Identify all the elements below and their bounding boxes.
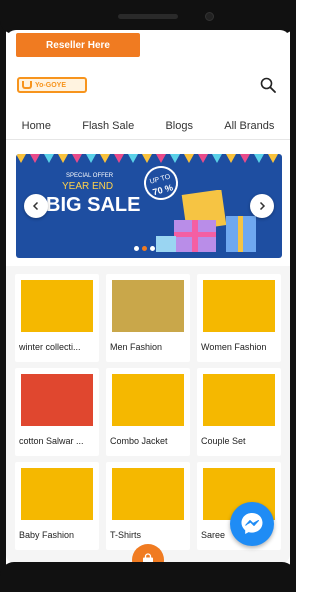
main-nav: Home Flash Sale Blogs All Brands — [6, 112, 290, 140]
bezel-top — [0, 0, 296, 34]
category-image — [21, 280, 93, 332]
banner-special-offer: SPECIAL OFFER — [66, 173, 114, 179]
messenger-icon — [241, 513, 263, 534]
nav-home[interactable]: Home — [22, 120, 51, 132]
promo-banner[interactable]: SPECIAL OFFER YEAR END BIG SALE UP TO 70… — [16, 154, 282, 258]
reseller-button[interactable]: Reseller Here — [16, 33, 140, 57]
cart-logo-icon — [22, 81, 32, 89]
chevron-right-icon — [259, 201, 266, 211]
bunting-decoration — [16, 154, 278, 163]
category-label: T-Shirts — [110, 530, 142, 540]
category-image — [203, 280, 275, 332]
category-card-baby-fashion[interactable]: Baby Fashion — [15, 462, 99, 550]
carousel-prev-button[interactable] — [24, 194, 48, 218]
category-label: Men Fashion — [110, 342, 163, 352]
category-label: Combo Jacket — [110, 436, 168, 446]
carousel-next-button[interactable] — [250, 194, 274, 218]
header: Yo-GOYE — [6, 70, 290, 100]
bezel-right — [290, 0, 296, 592]
nav-all-brands[interactable]: All Brands — [224, 120, 274, 132]
category-label: Women Fashion — [201, 342, 267, 352]
category-image — [203, 374, 275, 426]
category-card-women[interactable]: Women Fashion — [197, 274, 281, 362]
category-card-combo-jacket[interactable]: Combo Jacket — [106, 368, 190, 456]
category-label: Baby Fashion — [19, 530, 75, 540]
chevron-left-icon — [32, 201, 39, 211]
phone-frame: Reseller Here Yo-GOYE Home Flash Sale Bl… — [0, 0, 296, 592]
speaker — [118, 14, 178, 19]
messenger-button[interactable] — [230, 502, 274, 546]
carousel-dot[interactable] — [134, 246, 139, 251]
nav-blogs[interactable]: Blogs — [165, 120, 193, 132]
nav-flash-sale[interactable]: Flash Sale — [82, 120, 134, 132]
category-label: Couple Set — [201, 436, 246, 446]
category-card-couple-set[interactable]: Couple Set — [197, 368, 281, 456]
logo-text: Yo-GOYE — [35, 81, 66, 89]
category-label: winter collecti... — [19, 342, 81, 352]
search-icon[interactable] — [260, 77, 276, 93]
front-camera — [205, 12, 214, 21]
bezel-bottom — [0, 562, 296, 592]
carousel-dot-active[interactable] — [142, 246, 147, 251]
category-image — [112, 374, 184, 426]
app-screen: Reseller Here Yo-GOYE Home Flash Sale Bl… — [6, 30, 290, 564]
category-image — [21, 468, 93, 520]
category-image — [21, 374, 93, 426]
category-image — [112, 468, 184, 520]
category-label: cotton Salwar ... — [19, 436, 84, 446]
banner-big-sale: BIG SALE — [46, 194, 141, 216]
category-card-men[interactable]: Men Fashion — [106, 274, 190, 362]
banner-year-end: YEAR END — [62, 181, 114, 192]
logo[interactable]: Yo-GOYE — [17, 77, 87, 93]
category-image — [112, 280, 184, 332]
carousel-dot[interactable] — [150, 246, 155, 251]
carousel-indicators — [134, 246, 155, 251]
category-card-cotton-salwar[interactable]: cotton Salwar ... — [15, 368, 99, 456]
category-card-winter[interactable]: winter collecti... — [15, 274, 99, 362]
category-card-t-shirts[interactable]: T-Shirts — [106, 462, 190, 550]
